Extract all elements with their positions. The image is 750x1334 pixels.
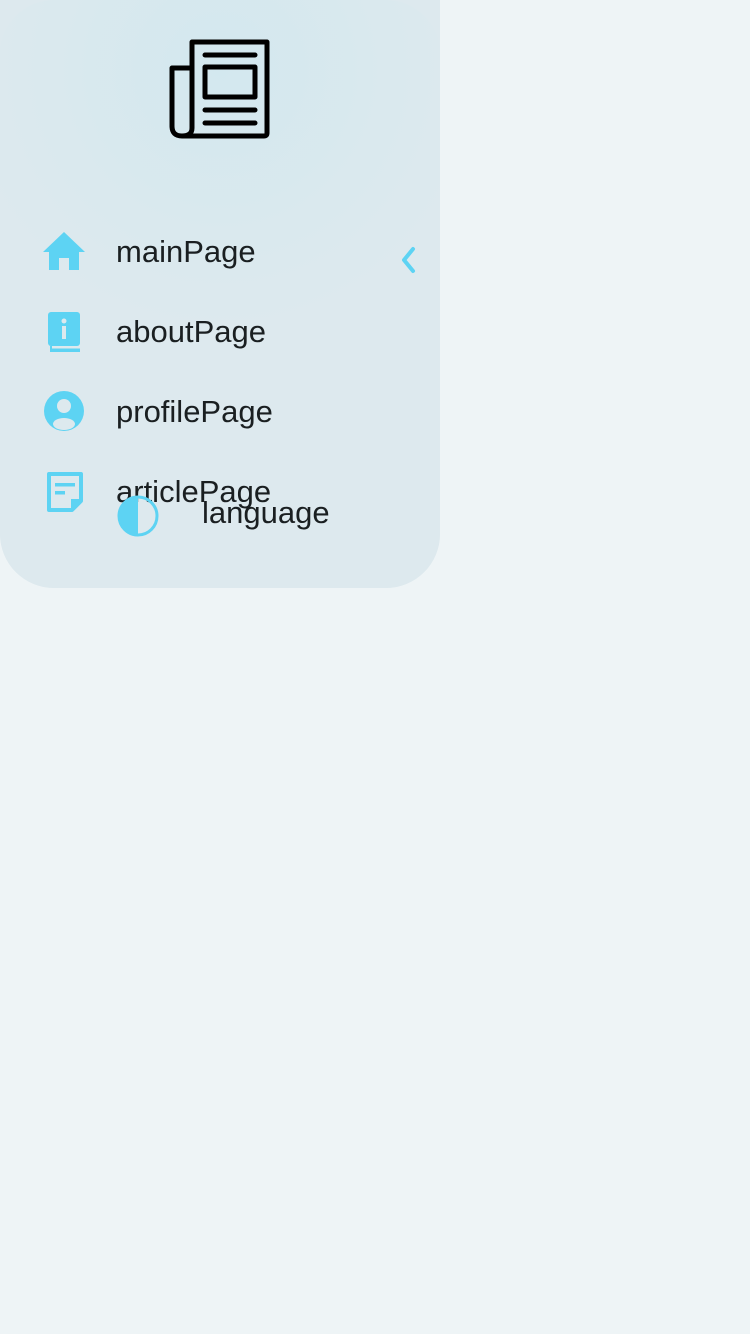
account-circle-icon — [40, 387, 88, 435]
contrast-icon — [116, 494, 160, 538]
collapse-drawer-button[interactable] — [396, 246, 420, 278]
newspaper-icon — [168, 38, 272, 142]
nav-item-about-page[interactable]: aboutPage — [40, 307, 266, 355]
nav-item-label: mainPage — [116, 234, 256, 269]
nav-item-label: aboutPage — [116, 314, 266, 349]
language-label: language — [202, 495, 330, 530]
nav-item-article-page[interactable]: articlePage — [40, 467, 271, 515]
home-icon — [40, 227, 88, 275]
info-book-icon — [40, 307, 88, 355]
navigation-drawer: mainPage aboutPage profilePage articlePa… — [0, 0, 440, 588]
nav-item-main-page[interactable]: mainPage — [40, 227, 256, 275]
sticky-note-icon — [40, 467, 88, 515]
nav-item-label: profilePage — [116, 394, 273, 429]
chevron-left-icon — [399, 245, 417, 280]
nav-item-profile-page[interactable]: profilePage — [40, 387, 273, 435]
